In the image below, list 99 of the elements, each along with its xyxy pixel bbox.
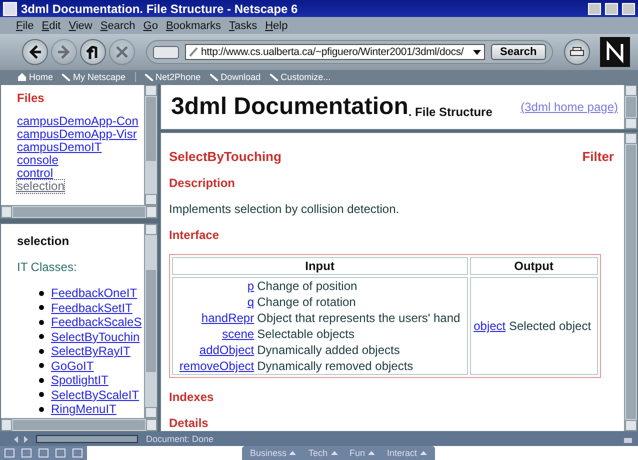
column-header: Input (172, 257, 468, 275)
file-link[interactable]: campusDemoIT (17, 141, 102, 154)
class-category: Filter (582, 149, 614, 164)
vertical-scrollbar[interactable] (144, 85, 157, 205)
menu-item[interactable]: Go (143, 20, 158, 32)
class-link[interactable]: SelectByScaleIT (51, 388, 140, 402)
url-field[interactable]: http://www.cs.ualberta.ca/~pfiguero/Winter2001/3dml/docs/ (185, 44, 485, 60)
close-button[interactable] (622, 2, 635, 14)
search-button[interactable]: Search (491, 44, 546, 60)
page-subtitle: . File Structure (408, 105, 492, 119)
menu-item[interactable]: Help (265, 20, 288, 32)
bookmark-link[interactable]: Home (18, 72, 54, 82)
bullet-icon (39, 378, 44, 383)
lock-icon (624, 435, 632, 443)
class-link[interactable]: FeedbackOneIT (51, 286, 138, 300)
horizontal-scrollbar[interactable] (1, 418, 157, 431)
input-description: Dynamically removed objects (257, 359, 414, 373)
home-page-link[interactable]: (3dml home page) (520, 100, 618, 114)
caret-icon[interactable] (473, 50, 481, 54)
description-text: Implements selection by collision detection. (169, 202, 400, 216)
menu-item[interactable]: File (16, 20, 34, 32)
bullet-icon (39, 348, 44, 354)
input-link[interactable]: scene (222, 327, 254, 341)
caret-icon (368, 451, 376, 455)
bookmark-link[interactable]: Download (210, 72, 261, 82)
bookmark-link[interactable]: My Netscape (62, 72, 126, 82)
bookmark-icon (62, 74, 70, 80)
output-link[interactable]: object (474, 319, 506, 333)
class-link[interactable]: FeedbackScaleS (51, 315, 142, 330)
logo-icon[interactable] (600, 37, 630, 67)
class-link[interactable]: RingMenuIT (51, 402, 116, 416)
print-button[interactable] (564, 39, 590, 65)
bookmark-icon (210, 74, 218, 80)
bullet-icon (39, 305, 44, 310)
bookmark-link[interactable]: Customize... (270, 72, 331, 82)
frame-heading: Files (17, 91, 46, 105)
reload-button[interactable] (80, 39, 106, 65)
file-link[interactable]: selection (17, 180, 64, 193)
menu-item[interactable]: View (68, 20, 92, 32)
input-description: Selectable objects (257, 327, 356, 341)
input-description: Change of rotation (257, 295, 357, 309)
status-text: Document: Done (146, 434, 214, 444)
menu-item[interactable]: Tasks (228, 20, 258, 32)
section-heading: Details (169, 416, 210, 430)
minimize-button[interactable] (588, 2, 601, 14)
menu-item[interactable]: Bookmarks (166, 20, 221, 32)
bullet-icon (39, 334, 44, 340)
class-name: SelectByTouching (169, 149, 282, 164)
bullet-icon (39, 406, 44, 412)
class-link[interactable]: SpotlightIT (51, 373, 108, 388)
column-header: Output (470, 257, 598, 275)
frame-heading: selection (17, 234, 70, 248)
input-link[interactable]: q (247, 295, 254, 309)
vertical-scrollbar[interactable] (624, 133, 637, 431)
vertical-scrollbar[interactable] (144, 224, 157, 418)
section-label: IT Classes: (17, 260, 78, 274)
input-description: Change of position (257, 279, 358, 293)
bullet-icon (39, 392, 44, 398)
file-link[interactable]: campusDemoApp-Visr (17, 128, 137, 141)
caret-icon (289, 451, 296, 455)
vertical-scrollbar[interactable] (624, 85, 637, 129)
menu-item[interactable]: Search (100, 20, 136, 32)
class-link[interactable]: SelectByRayIT (51, 344, 130, 358)
caret-icon (420, 451, 428, 455)
menu-item[interactable]: Edit (42, 20, 61, 32)
window-title: 3dml Documentation. File Structure - Netscape 6 (21, 2, 299, 16)
app-icon (3, 2, 17, 16)
input-link[interactable]: handRepr (201, 311, 254, 325)
page-icon (189, 47, 198, 57)
caret-icon (330, 451, 338, 455)
bullet-icon (39, 320, 44, 325)
input-link[interactable]: p (247, 279, 254, 293)
file-link[interactable]: control (17, 167, 54, 180)
bookmark-icon (144, 74, 153, 80)
dropdown-button[interactable] (153, 46, 179, 58)
house-icon (18, 73, 26, 81)
bullet-icon (39, 290, 44, 296)
class-link[interactable]: SelectByTouchin (51, 330, 140, 344)
section-heading: Description (169, 176, 236, 190)
bookmark-icon (270, 74, 278, 80)
input-description: Object that represents the users' hand (257, 311, 462, 325)
page-title: 3dml Documentation (171, 93, 408, 121)
section-heading: Indexes (169, 390, 215, 404)
input-link[interactable]: removeObject (179, 359, 254, 373)
class-link[interactable]: FeedbackSetIT (51, 300, 132, 315)
class-link[interactable]: GoGoIT (51, 358, 94, 373)
file-link[interactable]: campusDemoApp-Con (17, 115, 138, 128)
input-description: Dynamically added objects (257, 343, 401, 357)
back-button[interactable] (22, 39, 48, 65)
input-link[interactable]: addObject (199, 343, 254, 357)
grip-icon[interactable] (14, 436, 28, 442)
output-description: Selected object (508, 319, 592, 333)
bullet-icon (39, 363, 44, 368)
section-heading: Interface (169, 228, 220, 242)
bookmark-link[interactable]: Net2Phone (144, 72, 201, 82)
maximize-button[interactable] (605, 2, 618, 14)
horizontal-scrollbar[interactable] (1, 205, 157, 218)
printer-icon (570, 47, 584, 56)
file-link[interactable]: console (17, 154, 58, 167)
